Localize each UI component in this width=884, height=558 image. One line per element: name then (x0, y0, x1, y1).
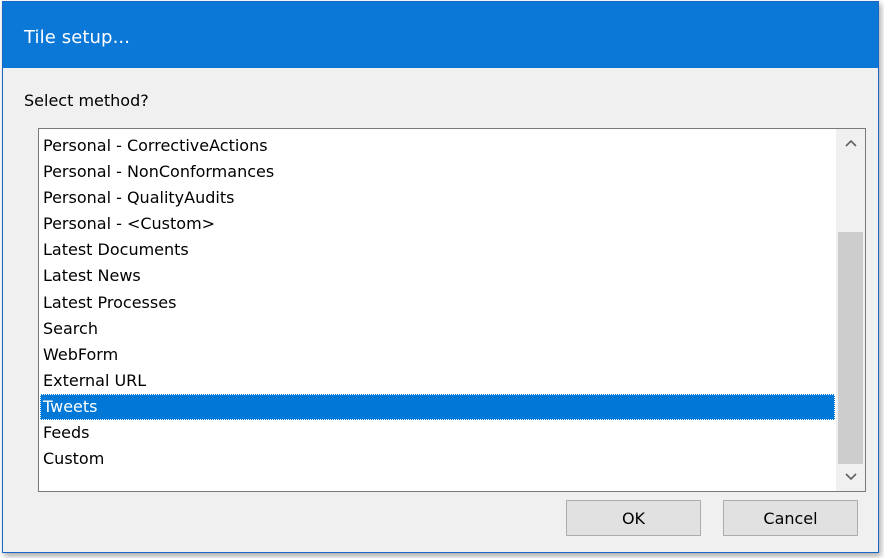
list-item-selected[interactable]: Tweets (40, 393, 835, 421)
screen: Tile setup... Select method? Personal - … (0, 0, 884, 558)
list-item[interactable]: Personal - NonConformances (40, 159, 835, 185)
tile-setup-dialog: Tile setup... Select method? Personal - … (2, 1, 879, 553)
select-method-label: Select method? (24, 91, 149, 110)
list-item[interactable]: Personal - <Custom> (40, 211, 835, 237)
list-item[interactable]: Latest News (40, 263, 835, 289)
list-item[interactable]: External URL (40, 368, 835, 394)
vertical-scrollbar[interactable] (836, 129, 865, 491)
dialog-titlebar[interactable]: Tile setup... (3, 2, 878, 68)
list-item[interactable]: Personal - CorrectiveActions (40, 133, 835, 159)
list-item[interactable]: Personal - QualityAudits (40, 185, 835, 211)
scroll-up-button[interactable] (836, 129, 865, 157)
list-item[interactable]: Feeds (40, 420, 835, 446)
list-item[interactable]: WebForm (40, 342, 835, 368)
list-item[interactable]: Custom (40, 446, 835, 472)
chevron-up-icon (844, 139, 857, 147)
list-item[interactable]: Latest Documents (40, 237, 835, 263)
method-listbox[interactable]: Personal - CorrectiveActions Personal - … (38, 128, 866, 492)
dialog-title: Tile setup... (24, 27, 131, 48)
list-item[interactable]: Latest Processes (40, 290, 835, 316)
scroll-down-button[interactable] (836, 463, 865, 491)
cancel-button[interactable]: Cancel (723, 500, 858, 536)
ok-button[interactable]: OK (566, 500, 701, 536)
scrollbar-thumb[interactable] (838, 232, 863, 464)
list-item[interactable]: Search (40, 316, 835, 342)
chevron-down-icon (844, 473, 857, 481)
method-list-items: Personal - CorrectiveActions Personal - … (40, 133, 835, 472)
